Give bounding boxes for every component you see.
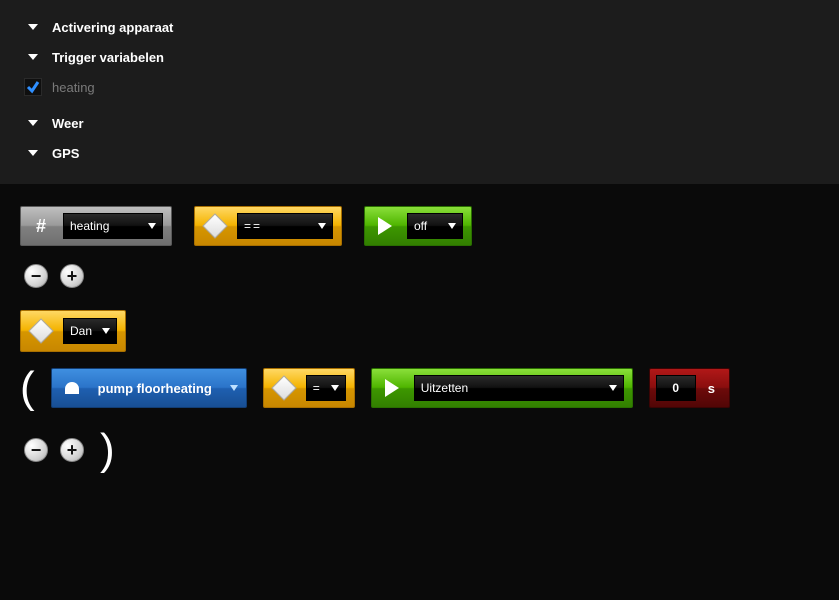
open-paren: ( [20,366,35,410]
accordion-item-weer[interactable]: Weer [0,108,839,138]
delay-unit: s [708,381,721,396]
accordion-item-gps[interactable]: GPS [0,138,839,168]
dropdown-arrow-icon [102,328,110,334]
diamond-icon [201,212,229,240]
close-paren: ) [100,428,115,472]
then-label: Dan [70,324,92,338]
device-icon [58,374,86,402]
hash-icon: # [27,212,55,240]
accordion-item-activering[interactable]: Activering apparaat [0,12,839,42]
chevron-down-icon [230,385,238,391]
command-block[interactable]: Uitzetten [371,368,633,408]
play-icon [378,374,406,402]
operator-select-label: == [244,219,262,233]
delay-value: 0 [672,381,679,395]
operator-select[interactable]: == [237,213,333,239]
chevron-down-icon [28,148,38,158]
trigger-variable-row[interactable]: heating [0,72,839,102]
diamond-icon [27,317,55,345]
checkbox-checked-icon[interactable] [24,78,42,96]
trigger-variable-label: heating [52,80,95,95]
add-button[interactable]: + [60,264,84,288]
accordion-label: Trigger variabelen [52,50,164,65]
chevron-down-icon [28,118,38,128]
rule-editor: # heating == off − + [0,206,839,472]
then-row: Dan [20,310,819,352]
dropdown-arrow-icon [331,385,339,391]
action-add-remove: − + ) [24,428,819,472]
dropdown-arrow-icon [318,223,326,229]
variable-select[interactable]: heating [63,213,163,239]
remove-button[interactable]: − [24,438,48,462]
device-label: pump floorheating [94,381,216,396]
dropdown-arrow-icon [448,223,456,229]
command-label: Uitzetten [421,381,468,395]
accordion-item-trigger-variabelen[interactable]: Trigger variabelen [0,42,839,72]
delay-input[interactable]: 0 [656,375,696,401]
command-select[interactable]: Uitzetten [414,375,624,401]
delay-block[interactable]: 0 s [649,368,730,408]
value-select-label: off [414,219,427,233]
value-select[interactable]: off [407,213,463,239]
remove-button[interactable]: − [24,264,48,288]
action-row: ( pump floorheating = Uitzetten 0 s [20,366,819,410]
assign-label: = [313,381,320,395]
then-select[interactable]: Dan [63,318,117,344]
dropdown-arrow-icon [148,223,156,229]
diamond-icon [270,374,298,402]
accordion-label: Activering apparaat [52,20,173,35]
accordion-label: GPS [52,146,79,161]
add-button[interactable]: + [60,438,84,462]
value-block[interactable]: off [364,206,472,246]
chevron-down-icon [28,22,38,32]
variable-block[interactable]: # heating [20,206,172,246]
condition-row: # heating == off [20,206,819,246]
variable-select-label: heating [70,219,109,233]
assign-select[interactable]: = [306,375,346,401]
operator-block[interactable]: == [194,206,342,246]
chevron-down-icon [28,52,38,62]
accordion-label: Weer [52,116,84,131]
then-block[interactable]: Dan [20,310,126,352]
play-icon [371,212,399,240]
device-block[interactable]: pump floorheating [51,368,247,408]
dropdown-arrow-icon [609,385,617,391]
condition-add-remove: − + [24,264,819,288]
assign-block[interactable]: = [263,368,355,408]
trigger-accordion: Activering apparaat Trigger variabelen h… [0,0,839,184]
